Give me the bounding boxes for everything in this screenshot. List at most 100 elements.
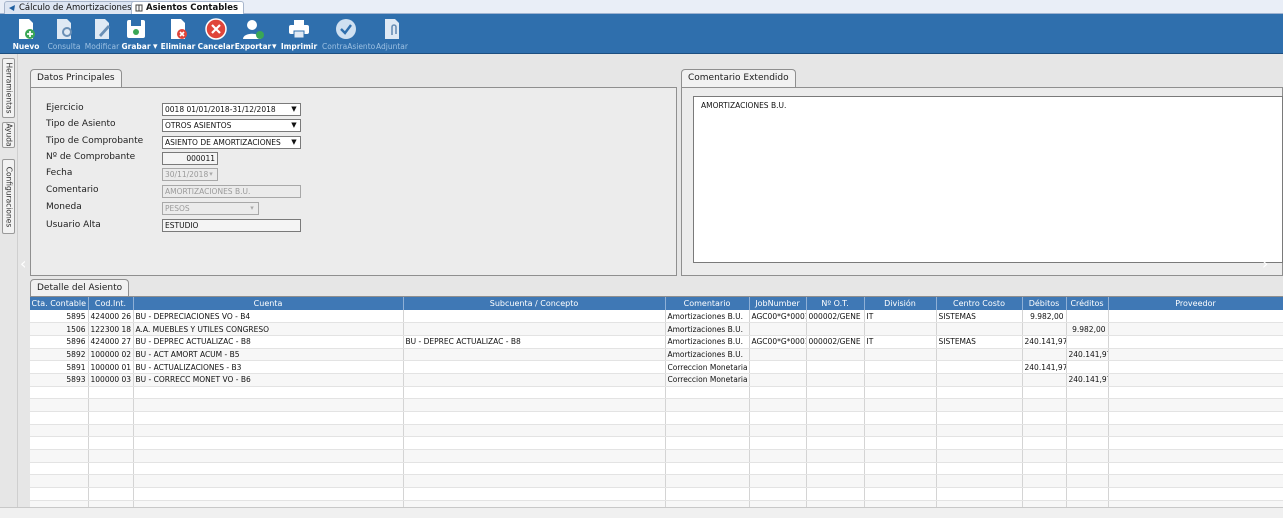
table-row[interactable] [30, 398, 1283, 412]
col-comentario[interactable]: Comentario [665, 297, 750, 310]
cell-cta-contable[interactable] [30, 398, 89, 412]
tipo-comprobante-select[interactable]: ASIENTO DE AMORTIZACIONES ▼ [162, 136, 301, 149]
cell-division[interactable] [864, 436, 937, 451]
cell-subcuenta[interactable] [403, 322, 666, 336]
cell-comentario[interactable]: Amortizaciones B.U. [665, 322, 750, 336]
cell-jobnumber[interactable] [749, 449, 807, 463]
cell-creditos[interactable] [1066, 424, 1109, 438]
cell-subcuenta[interactable] [403, 360, 666, 374]
cell-cta-contable[interactable]: 5895 [30, 310, 89, 324]
tab-datos-principales[interactable]: Datos Principales [30, 69, 122, 87]
cell-proveedor[interactable] [1108, 360, 1283, 374]
cell-jobnumber[interactable] [749, 436, 807, 451]
cell-creditos[interactable] [1066, 436, 1109, 451]
col-creditos[interactable]: Créditos [1066, 297, 1109, 310]
cell-jobnumber[interactable] [749, 411, 807, 425]
cell-cod-int[interactable] [88, 462, 134, 476]
cell-nro-ot[interactable] [806, 462, 865, 476]
cell-jobnumber[interactable] [749, 474, 807, 489]
cell-cod-int[interactable] [88, 424, 134, 438]
cell-proveedor[interactable] [1108, 398, 1283, 412]
table-row[interactable]: 5893 100000 03 BU - CORRECC MONET VO - B6 C… [30, 373, 1283, 387]
cell-centro-costo[interactable] [936, 474, 1023, 489]
cell-creditos[interactable] [1066, 462, 1109, 476]
cell-proveedor[interactable] [1108, 411, 1283, 425]
side-tab-herramientas[interactable]: Herramientas [2, 58, 15, 118]
cell-cta-contable[interactable]: 5893 [30, 373, 89, 387]
cell-division[interactable]: IT [864, 310, 937, 324]
cell-debitos[interactable] [1022, 322, 1067, 336]
cell-nro-ot[interactable] [806, 373, 865, 387]
cell-jobnumber[interactable] [749, 373, 807, 387]
cell-division[interactable] [864, 322, 937, 336]
cell-subcuenta[interactable] [403, 474, 666, 489]
col-cod-int[interactable]: Cod.Int. [88, 297, 134, 310]
table-row[interactable]: 5891 100000 01 BU - ACTUALIZACIONES - B3 Co… [30, 360, 1283, 374]
col-centro-costo[interactable]: Centro Costo [936, 297, 1023, 310]
cell-subcuenta[interactable] [403, 411, 666, 425]
cell-cod-int[interactable] [88, 411, 134, 425]
cell-comentario[interactable]: Correccion Monetaria [665, 360, 750, 374]
cell-debitos[interactable] [1022, 449, 1067, 463]
cell-jobnumber[interactable] [749, 322, 807, 336]
chevron-left-icon[interactable]: ‹ [20, 256, 26, 272]
cell-comentario[interactable]: Correccion Monetaria [665, 373, 750, 387]
cell-cta-contable[interactable]: 5896 [30, 335, 89, 349]
table-row[interactable]: 5896 424000 27 BU - DEPREC ACTUALIZAC - B8… [30, 335, 1283, 349]
cell-division[interactable] [864, 398, 937, 412]
cell-cod-int[interactable]: 424000 27 [88, 335, 134, 349]
cell-subcuenta[interactable] [403, 348, 666, 362]
cell-cod-int[interactable]: 100000 02 [88, 348, 134, 362]
cancelar-button[interactable]: Cancelar [198, 17, 234, 53]
exportar-button[interactable]: Exportar [235, 17, 271, 53]
cell-comentario[interactable] [665, 462, 750, 476]
cell-proveedor[interactable] [1108, 449, 1283, 463]
cell-centro-costo[interactable] [936, 386, 1023, 400]
cell-nro-ot[interactable] [806, 386, 865, 400]
cell-nro-ot[interactable] [806, 449, 865, 463]
cell-centro-costo[interactable] [936, 322, 1023, 336]
consulta-button[interactable]: Consulta [48, 17, 80, 53]
cell-cta-contable[interactable] [30, 474, 89, 489]
col-cuenta[interactable]: Cuenta [133, 297, 404, 310]
cell-creditos[interactable] [1066, 474, 1109, 489]
cell-cod-int[interactable]: 424000 26 [88, 310, 134, 324]
col-jobnumber[interactable]: JobNumber [749, 297, 807, 310]
cell-centro-costo[interactable] [936, 373, 1023, 387]
cell-proveedor[interactable] [1108, 373, 1283, 387]
cell-creditos[interactable]: 240.141,97 [1066, 373, 1109, 387]
cell-proveedor[interactable] [1108, 424, 1283, 438]
cell-nro-ot[interactable] [806, 348, 865, 362]
cell-creditos[interactable]: 9.982,00 [1066, 322, 1109, 336]
cell-centro-costo[interactable]: SISTEMAS [936, 310, 1023, 324]
cell-nro-ot[interactable] [806, 398, 865, 412]
adjuntar-button[interactable]: Adjuntar [376, 17, 408, 53]
cell-cta-contable[interactable]: 5892 [30, 348, 89, 362]
cell-creditos[interactable]: 240.141,97 [1066, 348, 1109, 362]
cell-debitos[interactable] [1022, 373, 1067, 387]
cell-division[interactable]: IT [864, 335, 937, 349]
cell-debitos[interactable] [1022, 462, 1067, 476]
cell-cod-int[interactable]: 122300 18 [88, 322, 134, 336]
cell-comentario[interactable]: Amortizaciones B.U. [665, 348, 750, 362]
cell-cuenta[interactable] [133, 462, 404, 476]
cell-debitos[interactable] [1022, 436, 1067, 451]
cell-cod-int[interactable] [88, 436, 134, 451]
nro-comprobante-field[interactable]: 000011 [162, 152, 218, 165]
cell-division[interactable] [864, 411, 937, 425]
table-row[interactable]: 5892 100000 02 BU - ACT AMORT ACUM - B5 Amo… [30, 348, 1283, 362]
cell-proveedor[interactable] [1108, 474, 1283, 489]
cell-jobnumber[interactable] [749, 398, 807, 412]
cell-nro-ot[interactable] [806, 474, 865, 489]
cell-jobnumber[interactable] [749, 360, 807, 374]
table-row[interactable]: 5895 424000 26 BU - DEPRECIACIONES VO - B4… [30, 310, 1283, 324]
col-cta-contable[interactable]: Cta. Contable [30, 297, 89, 310]
cell-debitos[interactable]: 240.141,97 [1022, 360, 1067, 374]
cell-comentario[interactable] [665, 449, 750, 463]
cell-comentario[interactable] [665, 474, 750, 489]
cell-jobnumber[interactable] [749, 386, 807, 400]
table-row[interactable]: 1506 122300 18 A.A. MUEBLES Y UTILES CONGR… [30, 322, 1283, 336]
cell-subcuenta[interactable]: BU - DEPREC ACTUALIZAC - B8 [403, 335, 666, 349]
contraasiento-button[interactable]: ContraAsiento [322, 17, 375, 53]
cell-debitos[interactable] [1022, 424, 1067, 438]
